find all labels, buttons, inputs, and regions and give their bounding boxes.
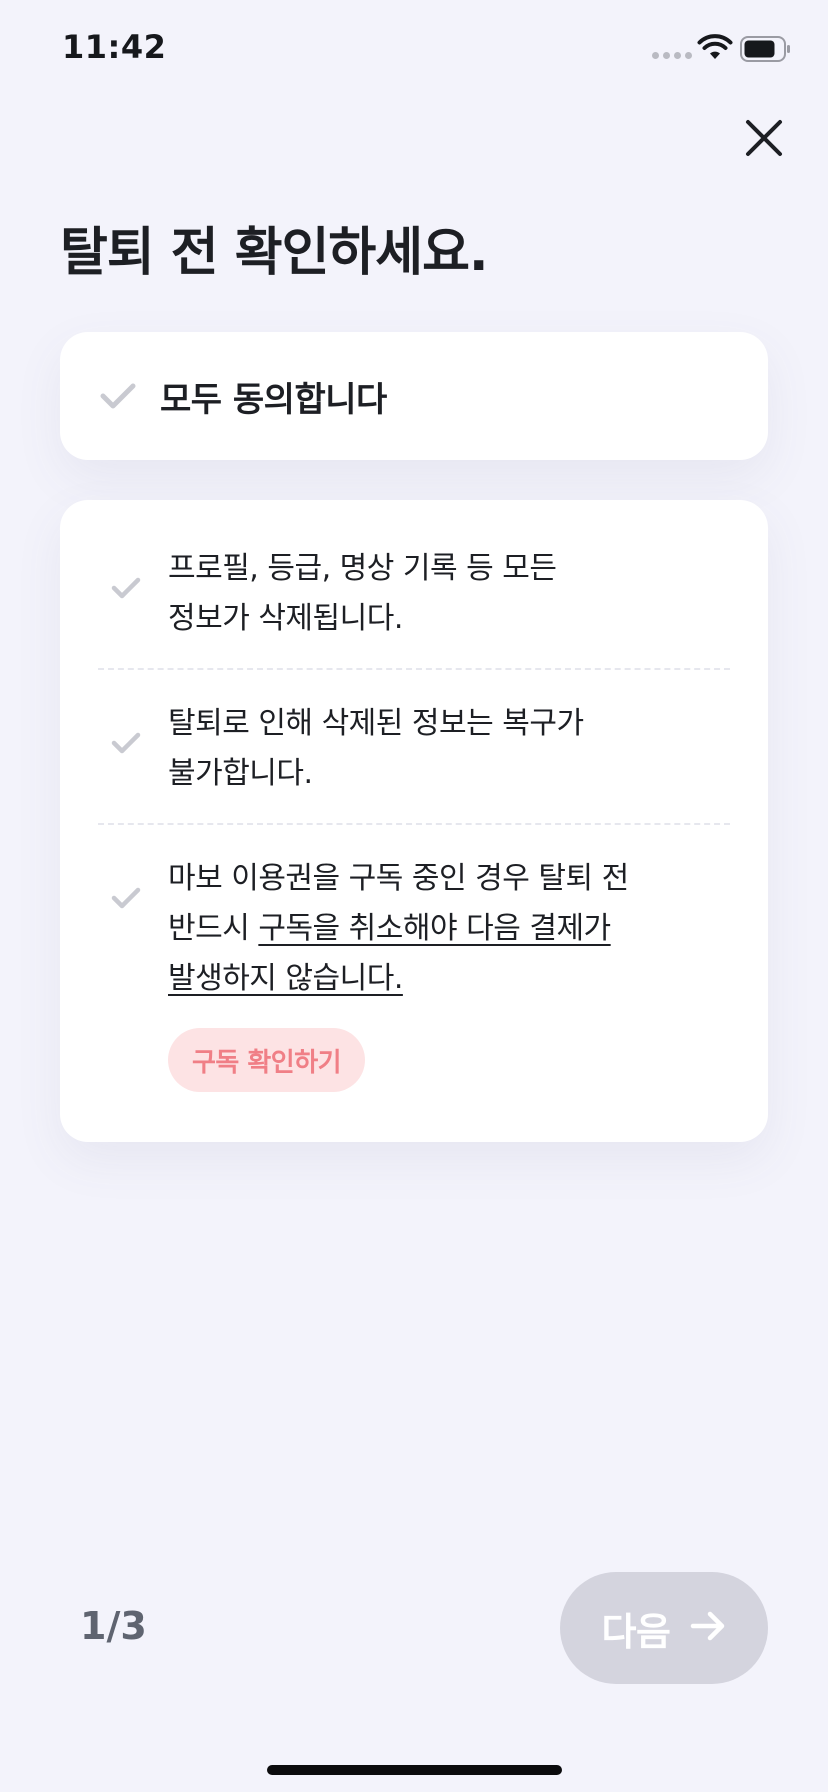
terms-card: 프로필, 등급, 명상 기록 등 모든 정보가 삭제됩니다. 탈퇴로 인해 삭제… <box>60 500 768 1142</box>
term-text: 프로필, 등급, 명상 기록 등 모든 정보가 삭제됩니다. <box>168 551 557 636</box>
checkmark-icon <box>110 727 142 759</box>
term-text: 탈퇴로 인해 삭제된 정보는 복구가 불가합니다. <box>168 706 584 791</box>
checkmark-icon <box>110 882 142 914</box>
term-item-no-recovery[interactable]: 탈퇴로 인해 삭제된 정보는 복구가 불가합니다. <box>60 699 768 799</box>
arrow-right-icon <box>690 1611 726 1645</box>
check-subscription-button[interactable]: 구독 확인하기 <box>168 1028 366 1092</box>
home-indicator <box>267 1765 562 1775</box>
status-time: 11:42 <box>62 28 167 66</box>
divider <box>98 668 730 670</box>
cellular-signal-icon <box>652 52 692 59</box>
step-indicator: 1/3 <box>80 1604 147 1648</box>
agree-all-checkbox[interactable]: 모두 동의합니다 <box>60 332 768 460</box>
term-text: 마보 이용권을 구독 중인 경우 탈퇴 전 반드시 구독을 취소해야 다음 결제… <box>168 861 629 996</box>
close-button[interactable] <box>740 116 788 164</box>
close-icon <box>745 119 783 161</box>
divider <box>98 823 730 825</box>
term-item-cancel-subscription[interactable]: 마보 이용권을 구독 중인 경우 탈퇴 전 반드시 구독을 취소해야 다음 결제… <box>60 854 768 1004</box>
next-button[interactable]: 다음 <box>560 1572 768 1684</box>
wifi-icon <box>697 34 733 64</box>
checkmark-icon <box>110 572 142 604</box>
next-button-label: 다음 <box>601 1609 671 1654</box>
agree-all-label: 모두 동의합니다 <box>160 379 387 420</box>
term-item-data-deletion[interactable]: 프로필, 등급, 명상 기록 등 모든 정보가 삭제됩니다. <box>60 544 768 644</box>
battery-icon <box>740 36 792 66</box>
page-title: 탈퇴 전 확인하세요. <box>60 223 489 283</box>
checkmark-icon <box>100 378 136 414</box>
